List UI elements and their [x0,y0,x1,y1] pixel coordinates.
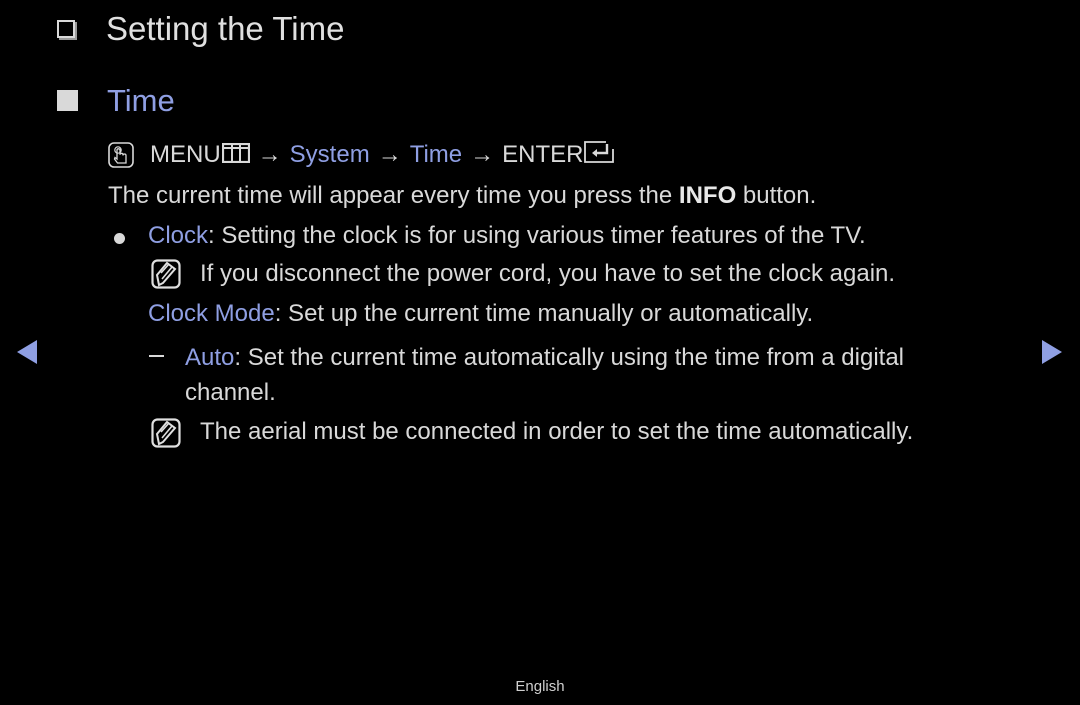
clock-item: Clock: Setting the clock is for using va… [148,222,866,250]
previous-page-button[interactable] [17,340,37,364]
note-icon [151,259,181,289]
path-step-system: System [289,140,370,168]
section-title: Time [107,83,175,118]
clock-note-text: If you disconnect the power cord, you ha… [200,260,896,287]
page-title: Setting the Time [106,10,345,47]
clock-mode-desc: : Set up the current time manually or au… [274,300,814,327]
menu-path: MENU → System → Time → ENTER [108,140,615,169]
bullet-icon [114,233,125,244]
dash-bullet-icon [149,355,164,357]
hollow-square-icon [57,20,75,38]
clock-mode-item: Clock Mode: Set up the current time manu… [148,300,813,328]
auto-desc-line1: : Set the current time automatically usi… [234,344,905,371]
auto-note-text: The aerial must be connected in order to… [200,418,914,445]
arrow-separator: → [377,140,402,168]
menu-grid-icon [221,143,250,163]
hand-pointer-icon [108,141,134,168]
menu-label: MENU [150,140,221,168]
auto-term: Auto [185,344,235,371]
arrow-separator: → [257,140,282,168]
enter-return-icon [584,141,615,163]
intro-before: The current time will appear every time … [108,182,679,209]
clock-mode-term: Clock Mode [148,300,275,327]
clock-term: Clock [148,222,209,249]
info-button-label: INFO [678,182,737,209]
enter-label: ENTER [502,140,584,168]
language-label: English [515,678,565,695]
auto-item: Auto: Set the current time automatically… [185,344,904,372]
intro-after: button. [736,182,817,209]
auto-desc-line2: channel. [185,379,276,406]
path-step-time: Time [409,140,463,168]
filled-square-icon [57,90,78,111]
arrow-separator: → [470,140,495,168]
intro-text: The current time will appear every time … [108,182,816,210]
note-icon [151,418,181,448]
next-page-button[interactable] [1042,340,1062,364]
clock-desc: : Setting the clock is for using various… [208,222,866,249]
